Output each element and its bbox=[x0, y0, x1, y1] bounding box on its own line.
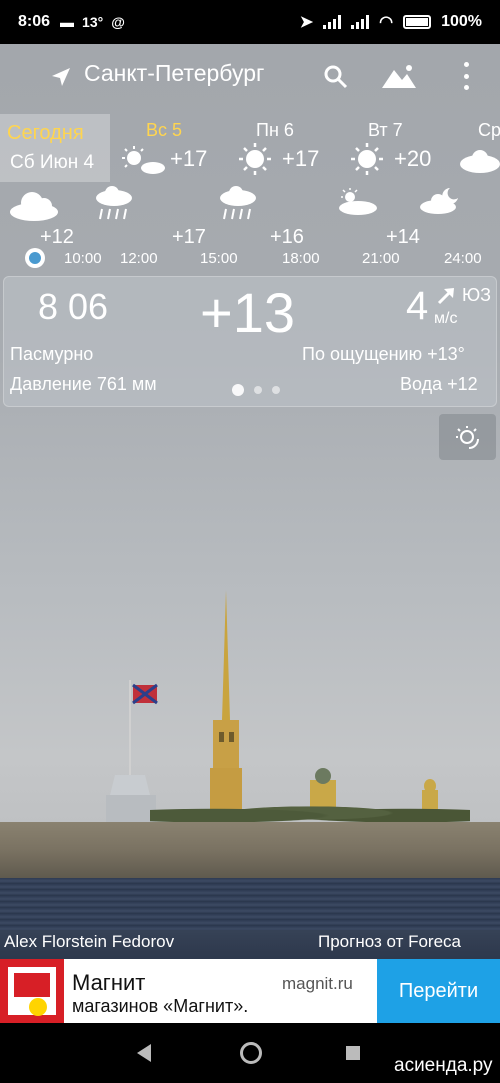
hourly-temp: +16 bbox=[270, 226, 304, 248]
ad-domain[interactable]: magnit.ru bbox=[282, 974, 353, 994]
battery-percent: 100% bbox=[441, 13, 482, 30]
night-cloud-icon bbox=[420, 188, 458, 214]
tab-today-label: Сегодня bbox=[7, 122, 84, 144]
signal-icon bbox=[323, 15, 342, 29]
back-icon[interactable] bbox=[137, 1044, 151, 1062]
recents-icon[interactable] bbox=[346, 1046, 360, 1060]
current-time: 8 06 bbox=[38, 286, 109, 327]
home-icon[interactable] bbox=[240, 1042, 262, 1064]
timeline-current-dot bbox=[25, 248, 45, 268]
wind-speed: 4 bbox=[406, 284, 429, 328]
fortress-wall bbox=[0, 822, 500, 878]
cloud-icon bbox=[10, 192, 58, 221]
tab-today-date: Сб Июн 4 bbox=[10, 152, 95, 173]
page-dot bbox=[254, 386, 262, 394]
search-icon[interactable] bbox=[322, 64, 350, 90]
hourly-time: 21:00 bbox=[362, 250, 400, 267]
landscape-icon[interactable] bbox=[380, 62, 418, 90]
day-temp: +17 bbox=[170, 146, 208, 171]
status-time: 8:06 bbox=[18, 13, 51, 30]
location-icon: ➤ bbox=[299, 14, 314, 31]
river-water bbox=[0, 878, 500, 930]
partly-cloudy-icon bbox=[339, 188, 377, 215]
cloud-icon bbox=[460, 150, 500, 173]
rain-icon bbox=[220, 186, 256, 220]
hourly-temp: +17 bbox=[172, 226, 206, 248]
notification-temp: 13° bbox=[82, 14, 104, 30]
ad-image[interactable] bbox=[0, 959, 64, 1023]
sun-icon bbox=[239, 143, 271, 175]
photo-credit[interactable]: Alex Florstein Fedorov bbox=[4, 932, 174, 952]
page-dot bbox=[272, 386, 280, 394]
pressure: Давление 761 мм bbox=[10, 374, 157, 394]
city-name[interactable]: Санкт-Петербург bbox=[84, 60, 264, 87]
signal-icon-2 bbox=[351, 15, 370, 29]
battery-icon bbox=[403, 15, 432, 29]
page-dot-active bbox=[232, 384, 244, 396]
condition-text: Пасмурно bbox=[10, 344, 94, 364]
tab-day-label[interactable]: Ср bbox=[478, 120, 500, 141]
day-temp: +17 bbox=[282, 146, 320, 171]
hourly-time: 12:00 bbox=[120, 250, 158, 267]
weather-effects-button[interactable] bbox=[439, 414, 496, 460]
message-icon: ▬ bbox=[60, 14, 75, 30]
at-icon: @ bbox=[111, 14, 125, 30]
sun-icon bbox=[351, 143, 383, 175]
current-temp: +13 bbox=[200, 281, 295, 344]
hourly-time: 18:00 bbox=[282, 250, 320, 267]
more-vert-icon[interactable] bbox=[458, 62, 474, 90]
partly-cloudy-icon bbox=[122, 146, 165, 174]
wind-unit: м/с bbox=[434, 310, 458, 327]
tab-day-label[interactable]: Вс 5 bbox=[146, 120, 182, 141]
tab-day-label[interactable]: Пн 6 bbox=[256, 120, 294, 141]
wind-direction-icon bbox=[437, 288, 454, 305]
day-temp: +20 bbox=[394, 146, 432, 171]
water-temp: Вода +12 bbox=[400, 374, 478, 394]
status-bar: 8:06 ▬ 13° @ ➤ ◠ 100% bbox=[0, 0, 500, 44]
page-indicator bbox=[232, 384, 280, 396]
ad-cta-button[interactable]: Перейти bbox=[377, 959, 500, 1023]
wind-direction: ЮЗ bbox=[462, 285, 492, 305]
hourly-temp: +12 bbox=[40, 226, 74, 248]
hourly-time: 24:00 bbox=[444, 250, 482, 267]
hourly-temp: +14 bbox=[386, 226, 420, 248]
ad-subtitle[interactable]: магазинов «Магнит». bbox=[72, 996, 248, 1017]
weather-effects-icon bbox=[456, 426, 479, 449]
feels-like: По ощущению +13° bbox=[302, 344, 465, 364]
tab-day-label[interactable]: Вт 7 bbox=[368, 120, 403, 141]
rain-icon bbox=[96, 186, 132, 220]
navigation-arrow-icon[interactable] bbox=[50, 66, 72, 88]
ad-title[interactable]: Магнит bbox=[72, 970, 145, 996]
watermark: асиенда.ру bbox=[394, 1055, 493, 1076]
hourly-time: 15:00 bbox=[200, 250, 238, 267]
wifi-icon: ◠ bbox=[379, 14, 394, 31]
hourly-time: 10:00 bbox=[64, 250, 102, 267]
forecast-source[interactable]: Прогноз от Foreca bbox=[318, 932, 461, 952]
